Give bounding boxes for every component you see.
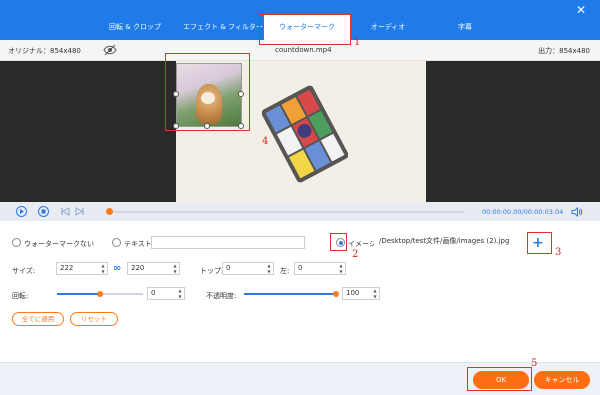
- top-stepper[interactable]: ▲ ▼: [266, 263, 272, 274]
- original-resolution: オリジナル：854x480: [8, 47, 81, 55]
- opacity-slider-thumb[interactable]: [333, 291, 339, 297]
- video-filename: countdown.mp4: [275, 46, 332, 54]
- rotation-field[interactable]: 0 ▲ ▼: [147, 287, 185, 300]
- play-button[interactable]: [16, 206, 27, 217]
- apply-to-all-button[interactable]: 全てに適用: [12, 312, 64, 326]
- reset-button[interactable]: リセット: [70, 312, 118, 326]
- top-field[interactable]: 0 ▲ ▼: [222, 262, 274, 275]
- cancel-button[interactable]: キャンセル: [534, 371, 590, 389]
- annotation-number-5: 5: [531, 358, 538, 369]
- stop-button[interactable]: [38, 206, 49, 217]
- tab-effects-filters[interactable]: エフェクト & フィルター: [180, 14, 266, 40]
- radio-text-watermark[interactable]: [112, 238, 121, 247]
- left-value: 0: [298, 264, 303, 272]
- opacity-slider[interactable]: [244, 293, 338, 295]
- next-frame-icon[interactable]: [75, 207, 85, 216]
- annotation-number-3: 3: [555, 247, 562, 258]
- annotation-number-4: 4: [262, 136, 269, 147]
- rotation-value: 0: [151, 289, 156, 297]
- height-field[interactable]: 220 ▲ ▼: [127, 262, 180, 275]
- left-field[interactable]: 0 ▲ ▼: [294, 262, 346, 275]
- annotation-box-3: [527, 232, 552, 254]
- progress-thumb[interactable]: [106, 208, 113, 215]
- opacity-value: 100: [346, 289, 360, 297]
- rotation-slider-thumb[interactable]: [97, 291, 103, 297]
- stop-icon: [41, 209, 46, 214]
- watermark-text-input[interactable]: [151, 236, 305, 249]
- progress-track[interactable]: [108, 211, 464, 213]
- play-icon: [20, 209, 24, 214]
- size-label: サイズ:: [12, 267, 36, 275]
- top-label: トップ:: [200, 267, 224, 275]
- top-value: 0: [226, 264, 231, 272]
- rubiks-cube-image: [262, 85, 348, 183]
- annotation-box-1: [259, 14, 351, 45]
- left-label: 左:: [280, 267, 290, 275]
- text-watermark-label: テキスト: [124, 240, 152, 248]
- height-stepper[interactable]: ▲ ▼: [172, 263, 178, 274]
- width-stepper[interactable]: ▲ ▼: [100, 263, 106, 274]
- tab-subtitle[interactable]: 字幕: [440, 14, 490, 40]
- rotation-label: 回転:: [12, 292, 29, 300]
- height-value: 220: [131, 264, 145, 272]
- opacity-field[interactable]: 100 ▲ ▼: [342, 287, 380, 300]
- volume-icon[interactable]: [571, 207, 583, 217]
- close-icon[interactable]: ✕: [576, 4, 586, 16]
- radio-no-watermark[interactable]: [12, 238, 21, 247]
- annotation-box-5: [467, 367, 532, 391]
- video-preview: [0, 61, 600, 202]
- tab-audio[interactable]: オーディオ: [360, 14, 416, 40]
- previous-frame-icon[interactable]: [60, 207, 70, 216]
- left-stepper[interactable]: ▲ ▼: [338, 263, 344, 274]
- annotation-number-2: 2: [352, 249, 359, 260]
- annotation-box-2: [330, 233, 347, 251]
- annotation-box-4: [165, 53, 250, 131]
- time-display: 00:00:00.00/00:00:03.04: [482, 208, 564, 216]
- width-field[interactable]: 222 ▲ ▼: [56, 262, 108, 275]
- tab-rotate-crop[interactable]: 回転 & クロップ: [92, 14, 178, 40]
- rotation-stepper[interactable]: ▲ ▼: [177, 288, 183, 299]
- eye-icon[interactable]: [103, 44, 117, 56]
- opacity-label: 不透明度:: [206, 292, 237, 300]
- link-aspect-icon[interactable]: ∞: [113, 263, 121, 274]
- playback-bar: 00:00:00.00/00:00:03.04: [0, 202, 600, 221]
- opacity-stepper[interactable]: ▲ ▼: [372, 288, 378, 299]
- width-value: 222: [60, 264, 74, 272]
- no-watermark-label: ウォーターマークない: [24, 240, 94, 248]
- output-resolution: 出力：854x480: [538, 47, 590, 55]
- annotation-number-1: 1: [354, 37, 361, 48]
- image-watermark-label: イメージ: [348, 240, 376, 248]
- image-path-field[interactable]: /Desktop/test文件/画像/images (2).jpg: [374, 236, 524, 249]
